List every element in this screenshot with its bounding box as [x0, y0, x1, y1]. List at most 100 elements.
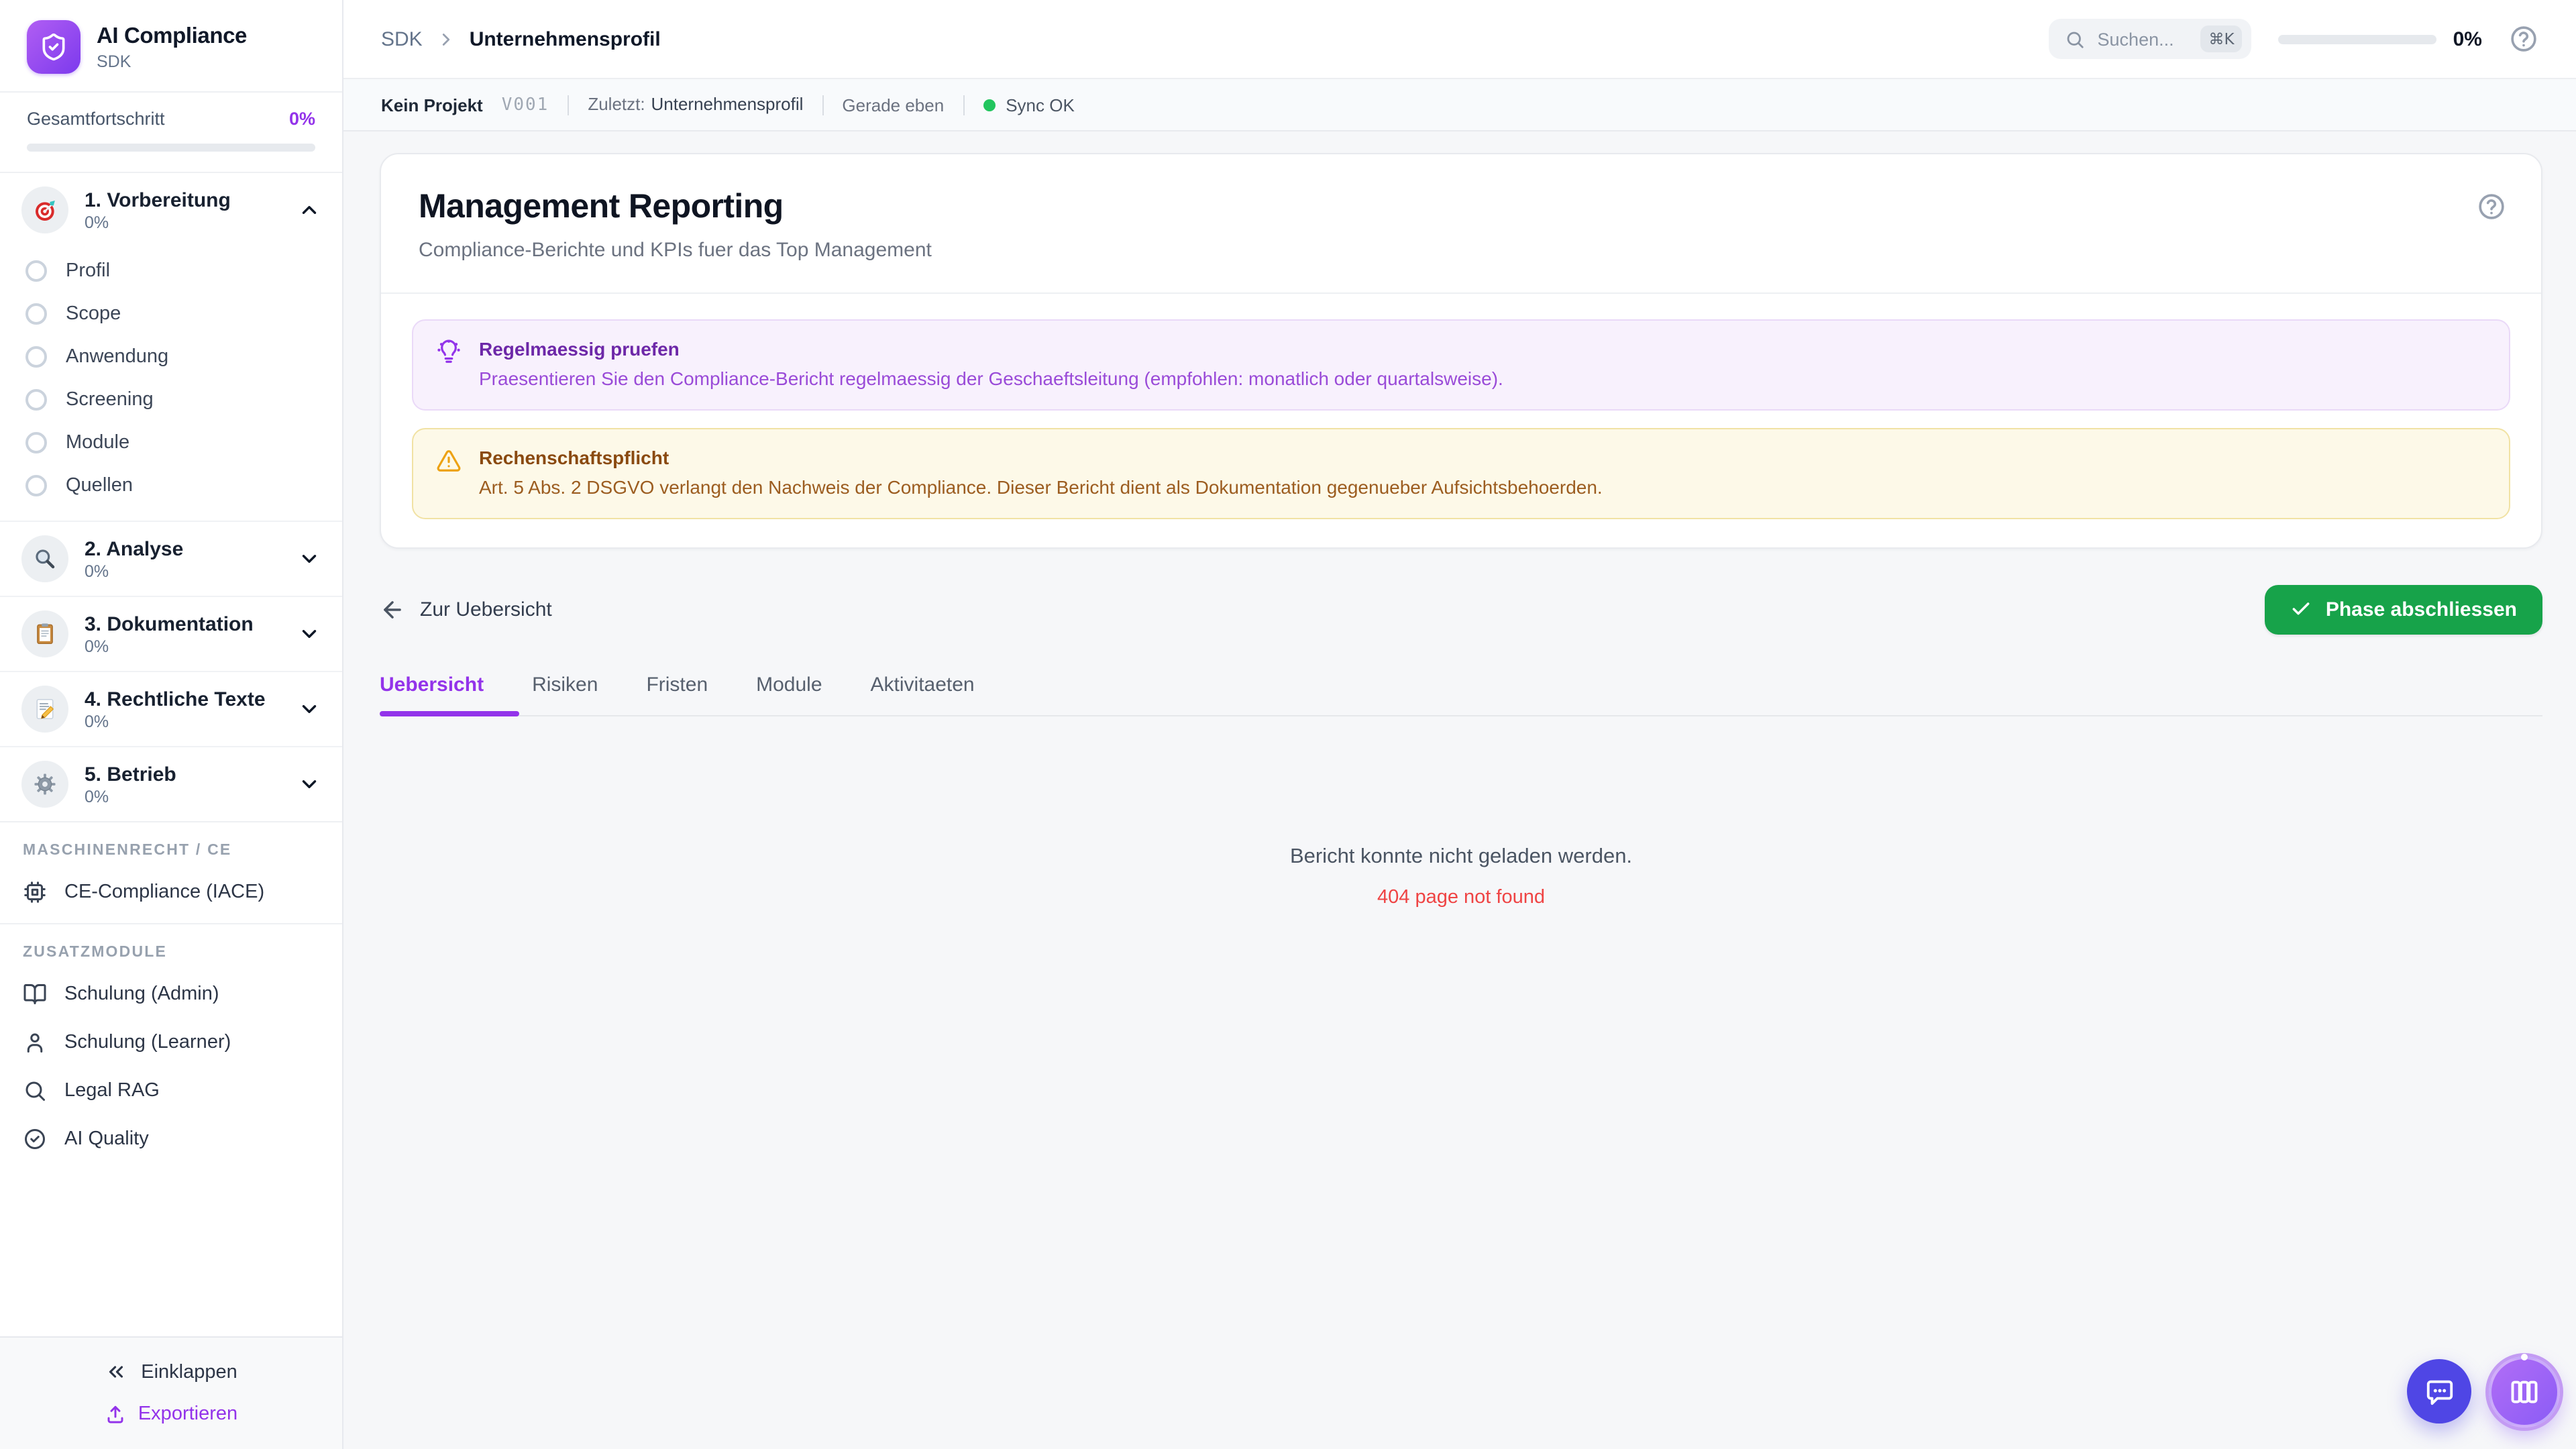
user-icon	[23, 1030, 47, 1055]
card-help-button[interactable]	[2477, 192, 2506, 221]
breadcrumb-current: Unternehmensprofil	[469, 28, 661, 50]
radio-unchecked-icon	[25, 346, 47, 368]
radio-unchecked-icon	[25, 432, 47, 453]
sync-ok-dot-icon	[983, 99, 996, 111]
sidebar-item-module[interactable]: Module	[0, 421, 342, 464]
panel-fab-button[interactable]	[2489, 1354, 2560, 1428]
sidebar-section-rechtliche-texte[interactable]: 4. Rechtliche Texte 0%	[0, 671, 342, 746]
detail-tabs: Uebersicht Risiken Fristen Module Aktivi…	[380, 674, 2542, 716]
app-logo-row: AI Compliance SDK	[0, 0, 342, 91]
tab-uebersicht[interactable]: Uebersicht	[380, 674, 518, 716]
overall-progress-bar	[27, 144, 315, 152]
section-percent: 0%	[85, 213, 109, 231]
warning-triangle-icon	[436, 448, 462, 474]
callout-tip: Regelmaessig pruefen Praesentieren Sie d…	[412, 319, 2510, 411]
callout-title: Regelmaessig pruefen	[479, 338, 680, 360]
management-reporting-card: Management Reporting Compliance-Berichte…	[380, 153, 2542, 549]
breadcrumb: SDK Unternehmensprofil	[381, 28, 661, 50]
question-circle-icon	[2509, 24, 2538, 54]
callout-warning: Rechenschaftspflicht Art. 5 Abs. 2 DSGVO…	[412, 427, 2510, 519]
sidebar-item-ce-compliance[interactable]: CE-Compliance (IACE)	[0, 868, 342, 923]
help-button[interactable]	[2509, 24, 2538, 54]
complete-phase-button[interactable]: Phase abschliessen	[2265, 584, 2542, 635]
tab-risiken[interactable]: Risiken	[532, 674, 598, 715]
radio-unchecked-icon	[25, 260, 47, 282]
tab-aktivitaeten[interactable]: Aktivitaeten	[871, 674, 975, 715]
header-progress: 0%	[2278, 28, 2482, 50]
group-label-maschinenrecht: MASCHINENRECHT / CE	[23, 843, 232, 859]
tab-module[interactable]: Module	[756, 674, 822, 715]
sidebar-section-analyse[interactable]: 2. Analyse 0%	[0, 521, 342, 596]
sidebar: AI Compliance SDK Gesamtfortschritt 0% 1…	[0, 0, 343, 1449]
sidebar-item-scope[interactable]: Scope	[0, 292, 342, 335]
empty-state-error: 404 page not found	[1377, 886, 1545, 908]
chevron-down-icon	[298, 773, 321, 796]
topbar: SDK Unternehmensprofil ⌘K 0%	[343, 0, 2576, 79]
fab-badge-dot	[2521, 1354, 2528, 1360]
phase-navigation: 1. Vorbereitung 0% Profil Scope Anwendun…	[0, 173, 342, 1163]
section-title: 1. Vorbereitung	[85, 189, 231, 211]
sidebar-item-quellen[interactable]: Quellen	[0, 464, 342, 507]
app-variant: SDK	[97, 52, 131, 70]
header-progress-value: 0%	[2453, 28, 2482, 50]
breadcrumb-root[interactable]: SDK	[381, 28, 423, 50]
chip-icon	[23, 880, 47, 904]
upload-icon	[105, 1403, 126, 1425]
sidebar-item-schulung-admin[interactable]: Schulung (Admin)	[0, 970, 342, 1018]
empty-state-message: Bericht konnte nicht geladen werden.	[1289, 845, 1633, 868]
back-to-overview-link[interactable]: Zur Uebersicht	[380, 597, 552, 623]
radio-unchecked-icon	[25, 389, 47, 411]
search-input[interactable]	[2097, 29, 2189, 49]
chevron-down-icon	[298, 547, 321, 570]
overall-progress: Gesamtfortschritt 0%	[0, 91, 342, 173]
sidebar-footer: Einklappen Exportieren	[0, 1336, 342, 1449]
collapse-sidebar-button[interactable]: Einklappen	[105, 1360, 237, 1383]
radio-unchecked-icon	[25, 303, 47, 325]
chevron-up-icon	[298, 199, 321, 221]
memo-pencil-icon	[21, 686, 68, 733]
lightbulb-icon	[436, 339, 462, 365]
app-root: AI Compliance SDK Gesamtfortschritt 0% 1…	[0, 0, 2576, 1449]
page-title: Management Reporting	[419, 188, 784, 225]
callout-body: Art. 5 Abs. 2 DSGVO verlangt den Nachwei…	[479, 476, 1603, 498]
global-search[interactable]: ⌘K	[2049, 19, 2252, 59]
magnifier-icon	[21, 535, 68, 582]
export-button[interactable]: Exportieren	[105, 1403, 237, 1425]
shield-check-icon	[39, 32, 68, 62]
tab-fristen[interactable]: Fristen	[646, 674, 708, 715]
radio-unchecked-icon	[25, 475, 47, 496]
app-logo	[27, 20, 80, 74]
app-name: AI Compliance	[97, 23, 248, 48]
callout-title: Rechenschaftspflicht	[479, 446, 669, 468]
sidebar-item-anwendung[interactable]: Anwendung	[0, 335, 342, 378]
page-content: Management Reporting Compliance-Berichte…	[343, 131, 2576, 1449]
version-badge: V001	[501, 95, 549, 115]
check-circle-icon	[23, 1127, 47, 1151]
main-area: SDK Unternehmensprofil ⌘K 0%	[343, 0, 2576, 1449]
sidebar-item-legal-rag[interactable]: Legal RAG	[0, 1067, 342, 1115]
sidebar-item-schulung-learner[interactable]: Schulung (Learner)	[0, 1018, 342, 1067]
target-icon	[21, 186, 68, 233]
project-name: Kein Projekt	[381, 95, 483, 115]
overall-progress-value: 0%	[288, 109, 315, 129]
check-icon	[2291, 599, 2312, 621]
sidebar-section-dokumentation[interactable]: 3. Dokumentation 0%	[0, 596, 342, 671]
chat-bubble-icon	[2424, 1376, 2455, 1407]
sidebar-section-vorbereitung[interactable]: 1. Vorbereitung 0%	[0, 173, 342, 247]
search-icon	[23, 1079, 47, 1103]
last-value: Unternehmensprofil	[651, 94, 804, 114]
sidebar-item-screening[interactable]: Screening	[0, 378, 342, 421]
clipboard-icon	[21, 610, 68, 657]
sidebar-item-ai-quality[interactable]: AI Quality	[0, 1115, 342, 1163]
header-progress-bar	[2278, 34, 2437, 44]
group-label-zusatzmodule: ZUSATZMODULE	[23, 945, 168, 961]
search-shortcut-kbd: ⌘K	[2200, 25, 2243, 52]
page-subtitle: Compliance-Berichte und KPIs fuer das To…	[419, 239, 932, 262]
search-icon	[2065, 29, 2086, 49]
book-open-icon	[23, 982, 47, 1006]
chevron-down-icon	[298, 698, 321, 720]
sidebar-section-betrieb[interactable]: 5. Betrieb 0%	[0, 746, 342, 821]
chat-fab-button[interactable]	[2407, 1359, 2471, 1424]
sidebar-item-profil[interactable]: Profil	[0, 250, 342, 292]
question-circle-icon	[2477, 192, 2506, 221]
